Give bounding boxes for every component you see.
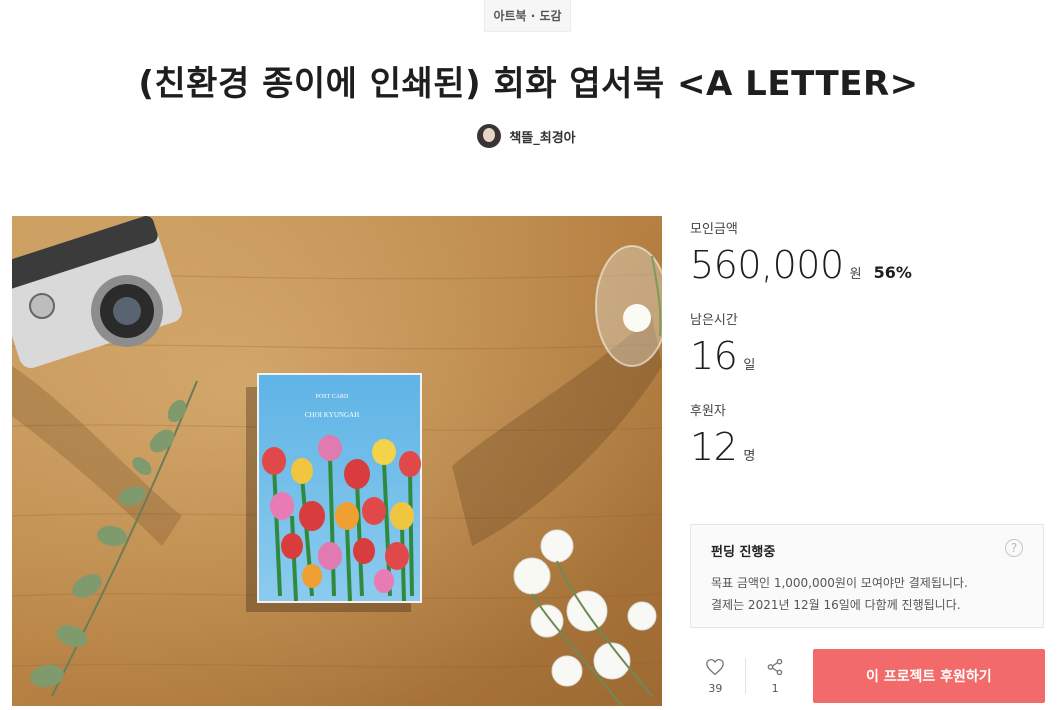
remaining-time-unit: 일: [743, 358, 756, 373]
share-icon: [767, 658, 783, 675]
book-cover-line2: CHOI KYUNGAH: [305, 411, 359, 419]
backers-label: 후원자: [690, 404, 726, 419]
funding-status-box: 펀딩 진행중 목표 금액인 1,000,000원이 모여야만 결제됩니다. 결제…: [690, 524, 1044, 628]
remaining-time-block: 남은시간 16 일: [690, 309, 1045, 378]
funding-status-title: 펀딩 진행중: [711, 545, 776, 560]
creator-avatar[interactable]: [477, 124, 502, 148]
category-tag[interactable]: 아트북 · 도감: [484, 0, 571, 32]
project-hero-image: POST CARD CHOI KYUNGAH: [12, 216, 662, 706]
project-title: (친환경 종이에 인쇄된) 회화 엽서북 <A LETTER>: [138, 64, 919, 104]
share-button[interactable]: 1: [750, 648, 801, 704]
backers-unit: 명: [743, 449, 756, 464]
question-circle-icon[interactable]: ?: [1005, 539, 1023, 557]
funded-amount-block: 모인금액 560,000 원 56%: [690, 218, 1045, 287]
like-count: 39: [708, 681, 723, 695]
creator-name[interactable]: 책뜰_최경아: [509, 127, 575, 146]
funded-amount-unit: 원: [849, 267, 862, 282]
back-project-button[interactable]: 이 프로젝트 후원하기: [812, 649, 1045, 703]
funded-amount-value: 560,000: [690, 243, 844, 287]
book-cover-line1: POST CARD: [316, 394, 349, 400]
project-stats: 모인금액 560,000 원 56% 남은시간 16 일 후원자 12 명: [690, 218, 1045, 491]
like-button[interactable]: 39: [690, 648, 741, 704]
share-count: 1: [771, 681, 779, 695]
action-bar: 39 1 이 프로젝트 후원하기: [690, 648, 1045, 704]
funding-payment-note: 결제는 2021년 12월 16일에 다함께 진행됩니다.: [711, 598, 961, 612]
creator-info[interactable]: 책뜰_최경아: [0, 124, 1055, 148]
funded-percent: 56%: [873, 263, 912, 282]
backers-value: 12: [690, 425, 738, 469]
heart-icon: [706, 658, 725, 675]
funding-goal-note: 목표 금액인 1,000,000원이 모여야만 결제됩니다.: [711, 576, 968, 590]
remaining-time-label: 남은시간: [690, 313, 738, 328]
backers-block: 후원자 12 명: [690, 400, 1045, 469]
funded-amount-label: 모인금액: [690, 222, 738, 237]
remaining-time-value: 16: [690, 334, 738, 378]
action-divider: [744, 658, 746, 694]
